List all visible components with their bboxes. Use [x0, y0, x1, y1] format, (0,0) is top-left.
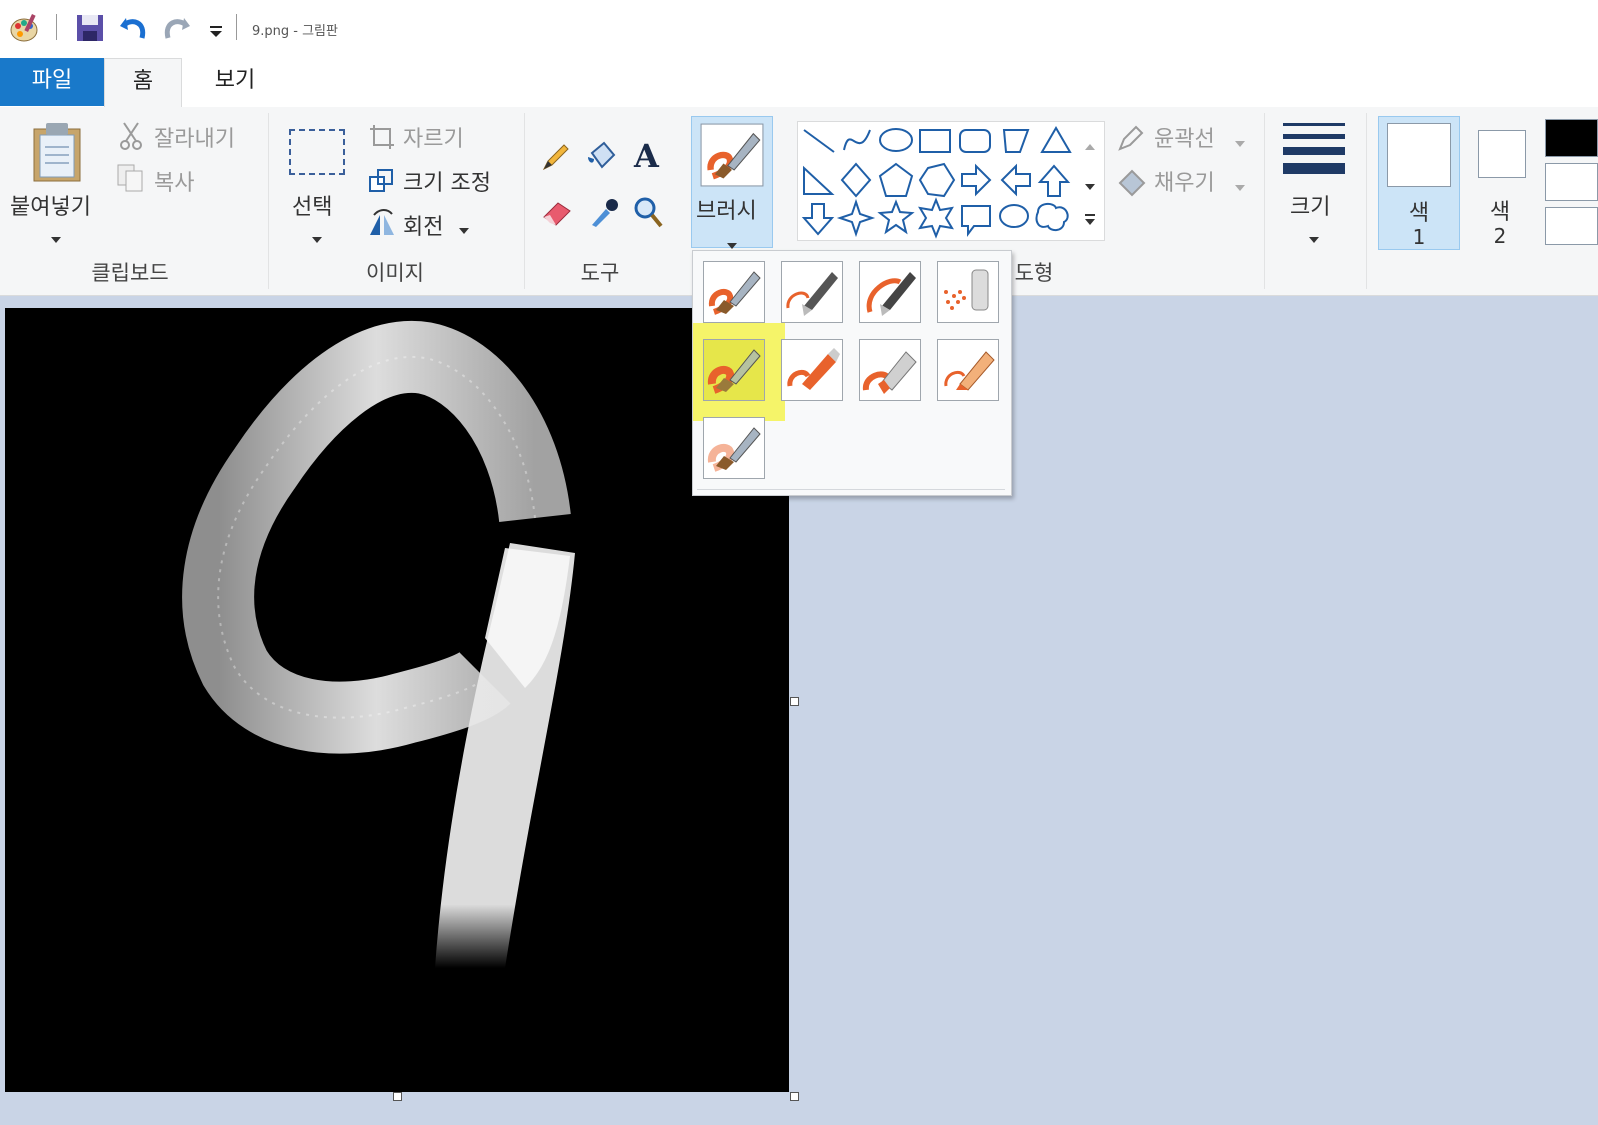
ribbon-tabs: 파일 홈 보기 — [0, 58, 1598, 108]
cut-button[interactable]: 잘라내기 — [154, 121, 235, 153]
undo-icon[interactable] — [118, 12, 150, 44]
resize-handle-bottom[interactable] — [393, 1092, 402, 1101]
size-dropdown-icon[interactable] — [1308, 229, 1320, 248]
brush-option-calligraphy-2[interactable] — [859, 261, 921, 323]
crop-icon — [368, 123, 396, 151]
shapes-gallery — [797, 121, 1105, 241]
eraser-icon[interactable] — [540, 197, 574, 227]
fill-button[interactable]: 채우기 — [1154, 165, 1215, 197]
palette-color-white[interactable] — [1545, 163, 1598, 201]
color2-button[interactable]: 색 2 — [1460, 116, 1542, 250]
clipboard-group-label: 클립보드 — [91, 261, 169, 285]
select-dropdown-icon[interactable] — [311, 229, 323, 248]
brush-option-airbrush[interactable] — [937, 261, 999, 323]
copy-button[interactable]: 복사 — [154, 165, 194, 197]
resize-icon — [368, 167, 396, 195]
scissors-icon — [118, 121, 144, 151]
paint-app-icon[interactable] — [8, 12, 40, 44]
palette-color-black[interactable] — [1545, 119, 1598, 157]
color-picker-icon[interactable] — [588, 195, 620, 229]
tab-file[interactable]: 파일 — [0, 58, 104, 106]
color1-label: 색 — [1408, 201, 1430, 226]
rotate-dropdown-icon[interactable] — [458, 220, 470, 239]
drawing-canvas[interactable] — [5, 308, 789, 1092]
shapes-scroll-down-icon[interactable] — [1084, 176, 1096, 195]
brush-option-crayon[interactable] — [781, 339, 843, 401]
brush-option-oil-selected[interactable] — [703, 339, 765, 401]
brush-option-pencil[interactable] — [937, 339, 999, 401]
color1-swatch — [1387, 123, 1451, 187]
size-button[interactable]: 크기 — [1290, 189, 1330, 221]
brush-icon — [700, 123, 764, 187]
customize-quick-access-icon[interactable] — [200, 12, 224, 44]
redo-icon[interactable] — [160, 12, 192, 44]
copy-icon — [116, 163, 146, 193]
tab-home[interactable]: 홈 — [104, 58, 182, 107]
brush-dropdown-menu — [692, 250, 1012, 496]
rotate-button[interactable]: 회전 — [403, 209, 443, 241]
paste-dropdown-icon[interactable] — [50, 229, 62, 248]
tab-view[interactable]: 보기 — [182, 58, 288, 106]
text-tool-icon[interactable]: A — [634, 137, 659, 175]
color1-button[interactable]: 색 1 — [1378, 116, 1460, 250]
resize-handle-corner[interactable] — [790, 1092, 799, 1101]
size-icon[interactable] — [1283, 123, 1345, 174]
select-button[interactable]: 선택 — [292, 189, 332, 221]
brush-option-brush[interactable] — [703, 261, 765, 323]
fill-bucket-icon[interactable] — [586, 139, 620, 173]
tools-group-label: 도구 — [580, 261, 620, 285]
fill-dropdown-icon[interactable] — [1234, 177, 1246, 196]
color2-number: 2 — [1493, 224, 1507, 248]
dropdown-divider — [697, 489, 1005, 490]
color2-label: 색 — [1489, 200, 1511, 225]
fill-icon — [1116, 167, 1148, 197]
resize-button[interactable]: 크기 조정 — [403, 165, 491, 197]
brush-option-watercolor[interactable] — [703, 417, 765, 479]
shapes-group-label: 도형 — [1014, 261, 1054, 285]
crop-button[interactable]: 자르기 — [403, 121, 464, 153]
paste-icon[interactable] — [30, 121, 84, 183]
pencil-icon[interactable] — [540, 141, 572, 173]
image-group-label: 이미지 — [366, 261, 424, 285]
palette-color-empty[interactable] — [1545, 207, 1598, 245]
brush-option-marker[interactable] — [859, 339, 921, 401]
resize-handle-right[interactable] — [790, 697, 799, 706]
select-icon[interactable] — [289, 129, 345, 175]
outline-button[interactable]: 윤곽선 — [1154, 121, 1215, 153]
outline-icon — [1116, 125, 1146, 153]
rotate-icon — [366, 209, 398, 239]
color2-swatch — [1478, 130, 1526, 178]
shapes-scroll-up-icon[interactable] — [1084, 136, 1096, 155]
paste-button[interactable]: 붙여넣기 — [10, 189, 91, 221]
handwritten-digit-drawing — [182, 320, 575, 968]
outline-dropdown-icon[interactable] — [1234, 133, 1246, 152]
brushes-label: 브러시 — [696, 199, 757, 224]
brush-option-calligraphy-1[interactable] — [781, 261, 843, 323]
shapes-grid[interactable] — [798, 122, 1088, 240]
save-icon[interactable] — [74, 12, 106, 44]
brushes-button[interactable]: 브러시 — [691, 116, 773, 249]
title-bar: 9.png - 그림판 — [0, 0, 1598, 58]
shapes-more-icon[interactable] — [1084, 212, 1096, 231]
magnifier-icon[interactable] — [632, 195, 664, 229]
window-title: 9.png - 그림판 — [252, 24, 338, 39]
color1-number: 1 — [1412, 225, 1426, 249]
